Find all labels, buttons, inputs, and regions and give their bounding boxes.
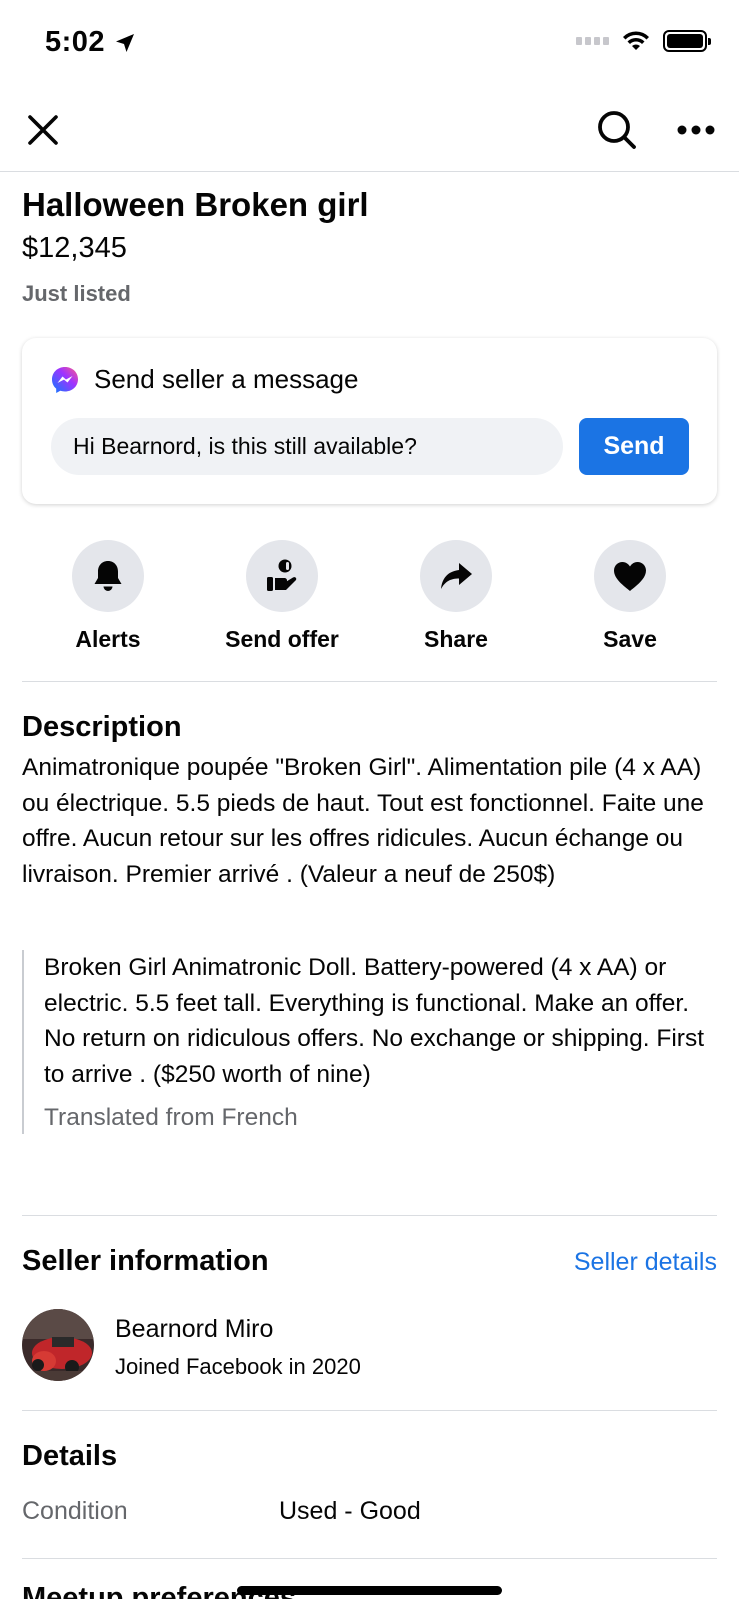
listing-time: Just listed: [22, 281, 131, 306]
status-time-text: 5:02: [45, 26, 106, 58]
home-indicator[interactable]: [237, 1586, 502, 1595]
message-card: Send seller a message Send: [22, 338, 717, 504]
listing-price: $12,345: [22, 232, 127, 264]
description-heading: Description: [22, 711, 182, 743]
seller-info-heading: Seller information: [22, 1245, 269, 1277]
close-button[interactable]: [18, 105, 68, 155]
avatar-image: [22, 1309, 94, 1381]
divider: [22, 681, 717, 682]
wifi-icon: [623, 31, 649, 50]
status-bar: 5:02: [0, 0, 739, 90]
description-text: Animatronique poupée "Broken Girl". Alim…: [22, 754, 704, 888]
translation-block: Broken Girl Animatronic Doll. Battery-po…: [22, 950, 717, 1134]
save-circle[interactable]: [594, 540, 666, 612]
save-button[interactable]: Save: [545, 540, 715, 653]
alerts-label: Alerts: [75, 626, 141, 652]
message-header: Send seller a message: [50, 364, 358, 395]
share-circle[interactable]: [420, 540, 492, 612]
translated-description: Broken Girl Animatronic Doll. Battery-po…: [44, 954, 705, 1088]
close-icon: [28, 115, 58, 145]
save-label: Save: [603, 626, 657, 652]
message-input[interactable]: [51, 418, 563, 475]
share-button[interactable]: Share: [371, 540, 541, 653]
send-offer-circle[interactable]: [246, 540, 318, 612]
listing-title: Halloween Broken girl: [22, 186, 369, 223]
search-icon: [598, 111, 636, 149]
nav-bar: [0, 90, 739, 172]
avatar[interactable]: [22, 1309, 94, 1381]
alerts-circle[interactable]: [72, 540, 144, 612]
translated-from-note: Translated from French: [44, 1104, 298, 1131]
messenger-icon: [52, 366, 78, 393]
send-offer-button[interactable]: Send offer: [197, 540, 367, 653]
status-indicators: [576, 30, 711, 52]
battery-icon: [663, 30, 711, 52]
location-arrow-icon: [116, 33, 135, 52]
send-button[interactable]: Send: [579, 418, 689, 475]
alerts-button[interactable]: Alerts: [23, 540, 193, 653]
seller-details-link[interactable]: Seller details: [574, 1248, 717, 1277]
search-button[interactable]: [592, 105, 642, 155]
hand-coin-icon: [267, 559, 297, 591]
seller-name[interactable]: Bearnord Miro: [115, 1315, 273, 1344]
status-time: 5:02: [45, 26, 137, 59]
condition-label: Condition: [22, 1497, 128, 1525]
details-heading: Details: [22, 1440, 118, 1472]
divider: [22, 1558, 717, 1559]
send-offer-label: Send offer: [225, 626, 339, 652]
action-row: Alerts Send offer Share Save: [0, 540, 739, 655]
divider: [22, 1215, 717, 1216]
more-icon: [677, 125, 715, 135]
message-heading: Send seller a message: [94, 364, 359, 394]
seller-joined: Joined Facebook in 2020: [115, 1354, 361, 1379]
bell-icon: [94, 561, 122, 591]
condition-value: Used - Good: [279, 1497, 421, 1525]
divider: [22, 1410, 717, 1411]
share-arrow-icon: [441, 563, 472, 589]
cellular-signal-icon: [576, 37, 609, 45]
more-options-button[interactable]: [671, 105, 721, 155]
heart-icon: [614, 562, 646, 591]
share-label: Share: [424, 626, 488, 652]
